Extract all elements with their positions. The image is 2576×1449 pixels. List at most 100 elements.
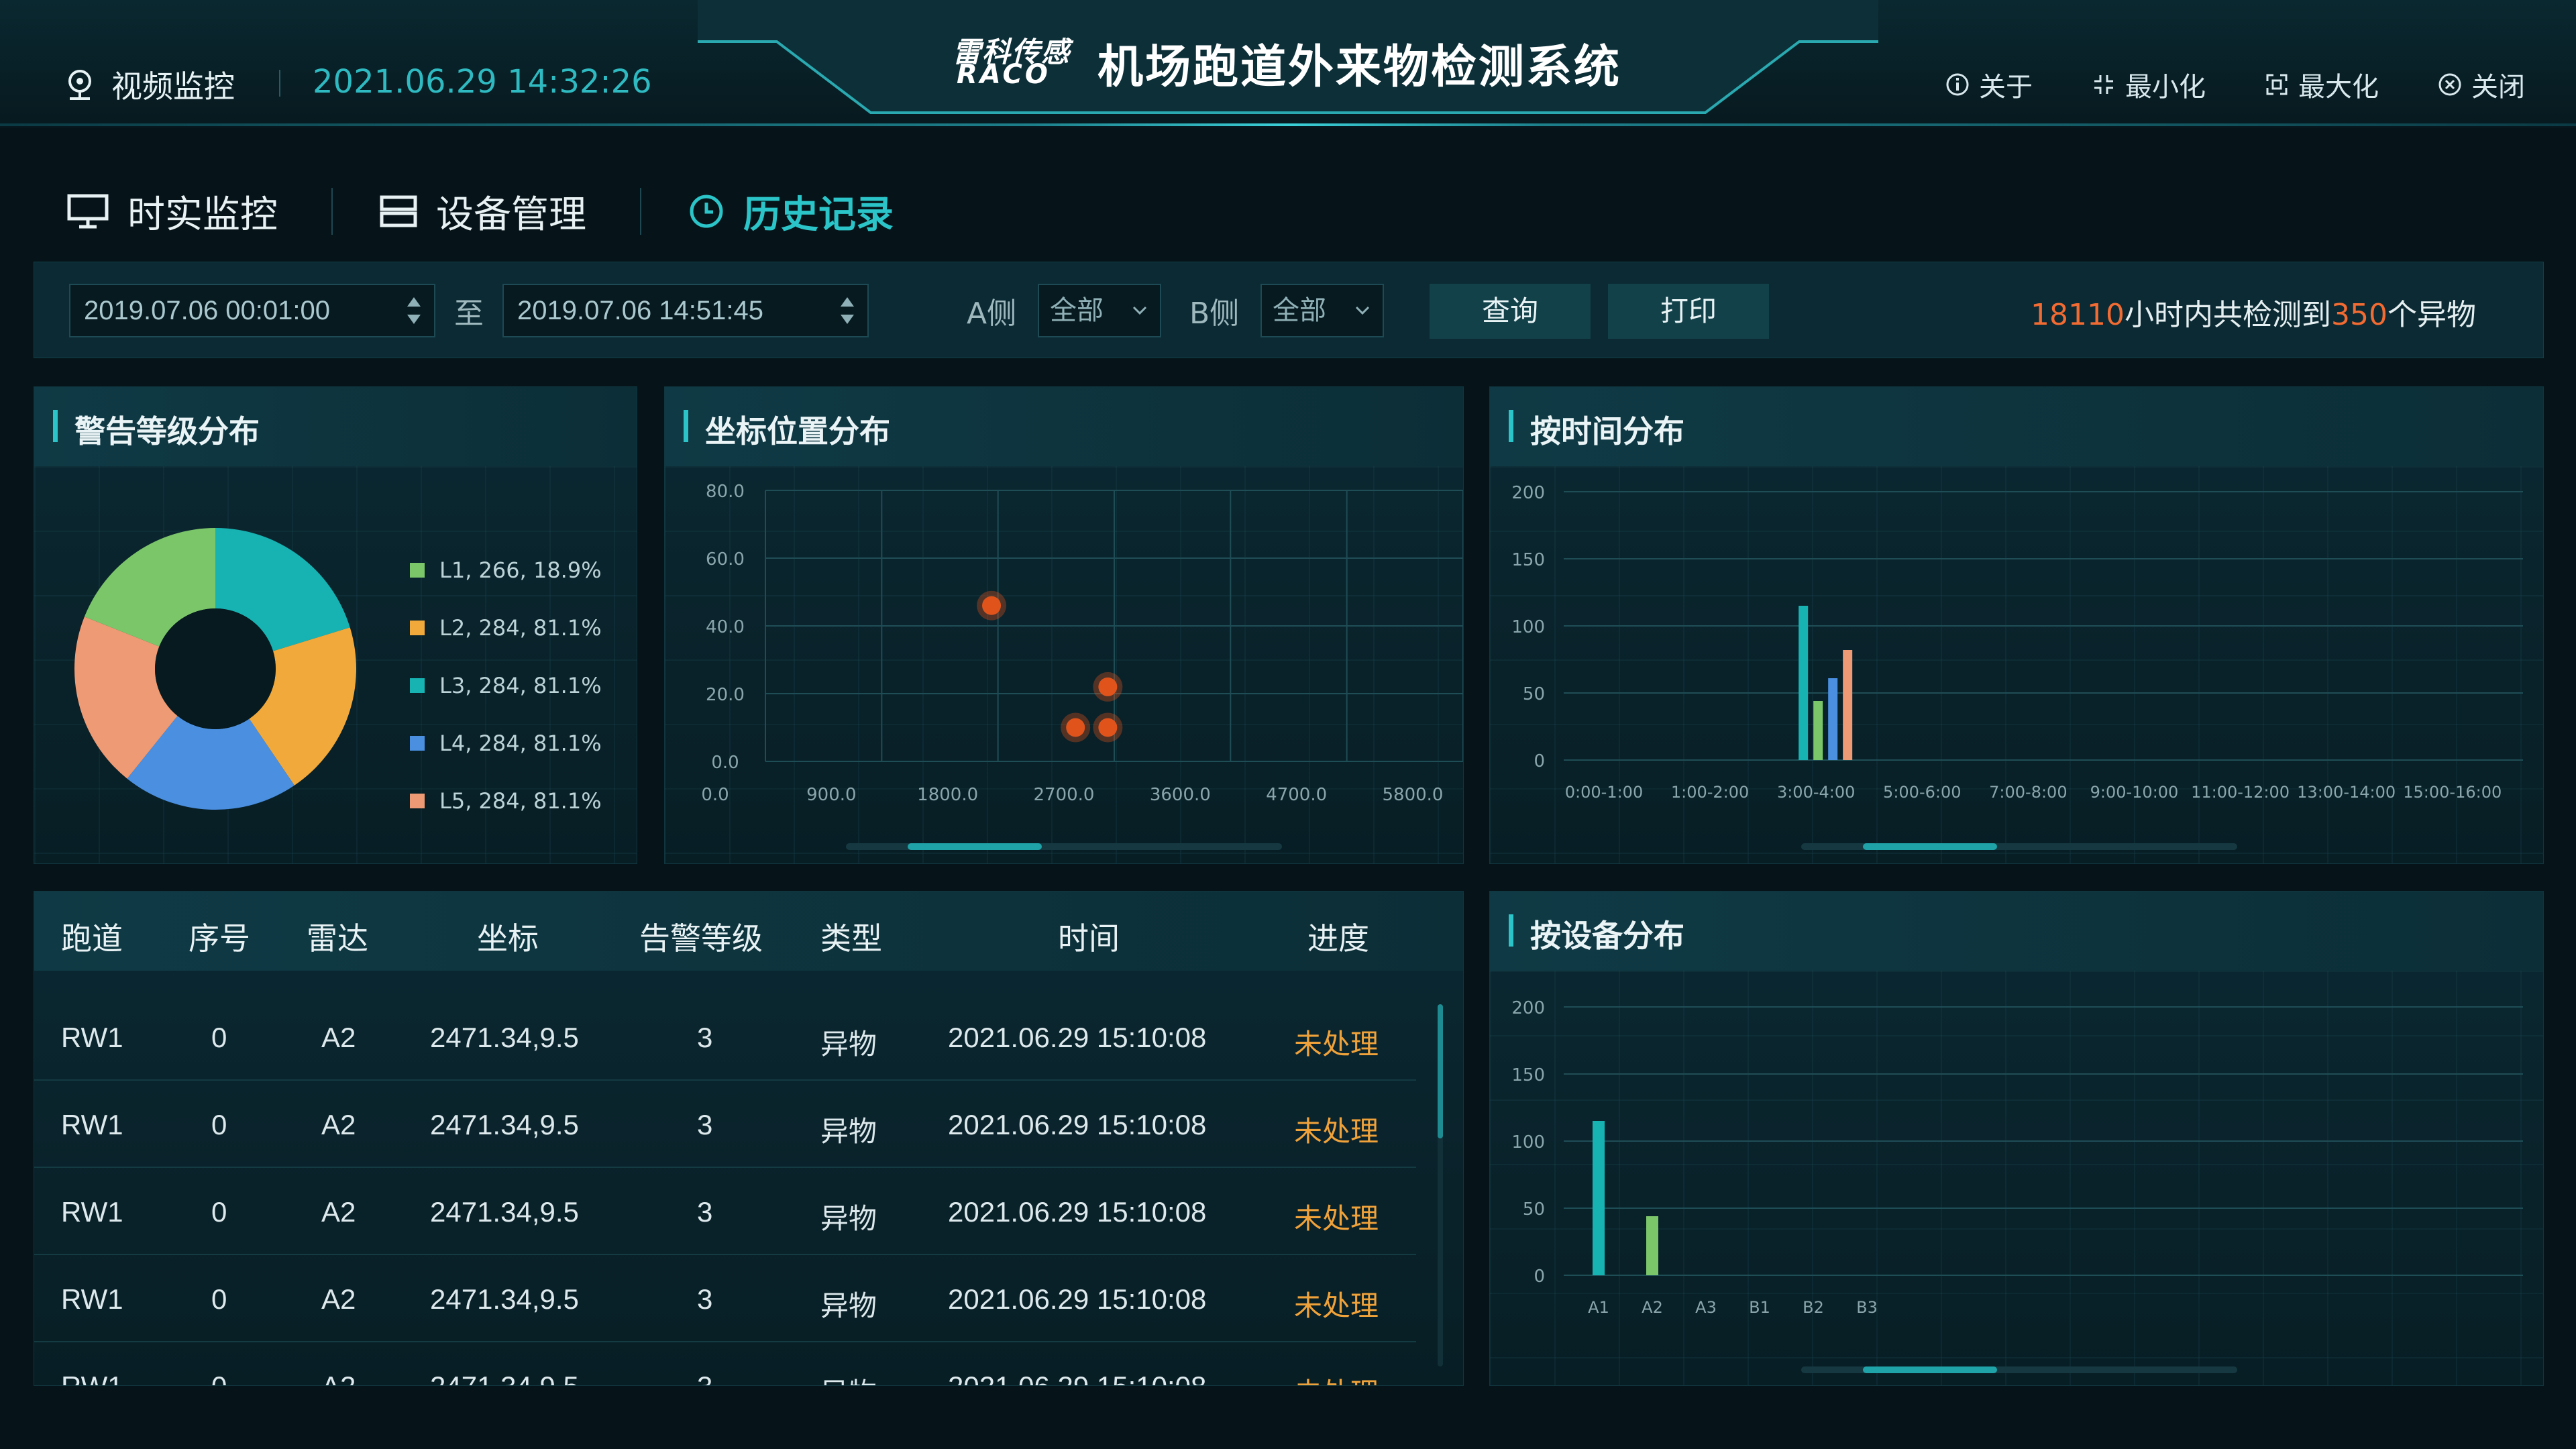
y-tick-label: 0.0 bbox=[711, 753, 739, 773]
panel-accent-bar bbox=[1509, 914, 1513, 947]
table-cell: 3 bbox=[697, 1283, 713, 1315]
table-cell: 2471.34,9.5 bbox=[430, 1109, 579, 1140]
table-cell: 3 bbox=[697, 1196, 713, 1228]
info-icon bbox=[1946, 73, 1969, 96]
spinner-icon[interactable] bbox=[406, 294, 422, 327]
alarm-level-panel: 警告等级分布 L1, 266, 18.9% L2, 284, 81.1% L3, 2… bbox=[34, 386, 637, 864]
summary-text-end: 个异物 bbox=[2387, 298, 2476, 332]
x-tick-label: 3:00-4:00 bbox=[1777, 783, 1855, 802]
table-cell: 0 bbox=[211, 1022, 227, 1053]
legend-swatch bbox=[410, 794, 425, 808]
maximize-button[interactable]: 最大化 bbox=[2265, 65, 2379, 104]
table-cell: 2471.34,9.5 bbox=[430, 1283, 579, 1315]
minimize-label: 最小化 bbox=[2125, 72, 2206, 103]
nav-history-records[interactable]: 历史记录 bbox=[688, 184, 894, 239]
filter-bar: 2019.07.06 00:01:00 至 2019.07.06 14:51:4… bbox=[34, 262, 2544, 358]
table-cell: A2 bbox=[321, 1371, 356, 1385]
y-tick-label: 50 bbox=[1523, 1199, 1545, 1220]
table-row[interactable]: RW1 0 A2 2471.34,9.5 3 异物 2021.06.29 15:10:08 未… bbox=[34, 1167, 1416, 1255]
main-nav: 时实监控 设备管理 历史记录 bbox=[67, 181, 894, 241]
panel-title: 按时间分布 bbox=[1530, 413, 1684, 449]
device-distribution-panel: 按设备分布 0 50 100 150 200 A1 A2 A3 B1 B2 B3 bbox=[1489, 891, 2544, 1386]
print-button[interactable]: 打印 bbox=[1608, 284, 1769, 339]
about-button[interactable]: 关于 bbox=[1945, 65, 2033, 104]
table-cell: 异物 bbox=[820, 1290, 877, 1322]
nav-device-label: 设备管理 bbox=[436, 193, 586, 237]
table-cell: 2471.34,9.5 bbox=[430, 1196, 579, 1228]
column-header[interactable]: 跑道 bbox=[61, 914, 123, 959]
table-cell: 2021.06.29 15:10:08 bbox=[948, 1022, 1207, 1053]
column-header[interactable]: 坐标 bbox=[477, 914, 539, 959]
device-scrollbar[interactable] bbox=[1801, 1366, 2237, 1373]
time-scrollbar[interactable] bbox=[1801, 843, 2237, 850]
table-cell: 0 bbox=[211, 1283, 227, 1315]
y-tick-label: 20.0 bbox=[706, 685, 745, 705]
y-tick-label: 80.0 bbox=[706, 482, 745, 502]
table-row[interactable]: RW1 0 A2 2471.34,9.5 3 异物 2021.06.29 15:10:08 未… bbox=[34, 1341, 1416, 1385]
start-datetime-value: 2019.07.06 00:01:00 bbox=[84, 296, 331, 325]
history-icon bbox=[690, 195, 723, 228]
x-tick-label: 5:00-6:00 bbox=[1883, 783, 1961, 802]
coordinate-scrollbar[interactable] bbox=[846, 843, 1282, 850]
side-a-select[interactable]: 全部 bbox=[1038, 284, 1161, 337]
column-header[interactable]: 雷达 bbox=[307, 914, 368, 959]
end-datetime-value: 2019.07.06 14:51:45 bbox=[517, 296, 764, 325]
nav-realtime-monitor[interactable]: 时实监控 bbox=[67, 184, 278, 239]
nav-device-management[interactable]: 设备管理 bbox=[380, 184, 586, 239]
end-datetime-input[interactable]: 2019.07.06 14:51:45 bbox=[502, 284, 869, 337]
column-header[interactable]: 时间 bbox=[1058, 914, 1120, 959]
table-row[interactable]: RW1 0 A2 2471.34,9.5 3 异物 2021.06.29 15:10:08 未… bbox=[34, 1254, 1416, 1342]
header-divider bbox=[0, 123, 2576, 126]
scrollbar-thumb[interactable] bbox=[908, 843, 1042, 850]
table-scrollbar[interactable] bbox=[1438, 1004, 1443, 1366]
alarm-donut-chart bbox=[74, 528, 356, 810]
video-monitor-link[interactable]: 视频监控 bbox=[64, 64, 235, 105]
x-tick-label: B3 bbox=[1856, 1298, 1878, 1317]
x-tick-label: 5800.0 bbox=[1383, 785, 1444, 805]
side-b-select[interactable]: 全部 bbox=[1260, 284, 1384, 337]
side-b-value: 全部 bbox=[1273, 295, 1326, 326]
table-cell: 0 bbox=[211, 1109, 227, 1140]
column-header[interactable]: 类型 bbox=[820, 914, 882, 959]
query-button[interactable]: 查询 bbox=[1430, 284, 1591, 339]
table-row[interactable]: RW1 0 A2 2471.34,9.5 3 异物 2021.06.29 15:10:08 未… bbox=[34, 992, 1416, 1081]
legend-label: L3, 284, 81.1% bbox=[439, 673, 602, 698]
y-tick-label: 150 bbox=[1511, 1065, 1545, 1085]
chevron-down-icon bbox=[1132, 306, 1147, 315]
side-b-label: B侧 bbox=[1189, 297, 1240, 331]
server-icon bbox=[380, 195, 417, 227]
x-tick-label: 7:00-8:00 bbox=[1989, 783, 2067, 802]
scrollbar-thumb[interactable] bbox=[1438, 1004, 1443, 1138]
table-cell: 3 bbox=[697, 1022, 713, 1053]
spinner-icon[interactable] bbox=[839, 294, 855, 327]
column-header[interactable]: 序号 bbox=[189, 914, 250, 959]
time-bar bbox=[1799, 606, 1809, 760]
column-header[interactable]: 进度 bbox=[1307, 914, 1369, 959]
table-row[interactable]: RW1 0 A2 2471.34,9.5 3 异物 2021.06.29 15:10:08 未… bbox=[34, 1079, 1416, 1168]
table-cell: RW1 bbox=[61, 1022, 123, 1053]
scrollbar-thumb[interactable] bbox=[1863, 843, 1997, 850]
y-tick-label: 50 bbox=[1523, 684, 1545, 704]
about-label: 关于 bbox=[1979, 72, 2033, 103]
time-bar bbox=[1843, 650, 1853, 760]
scrollbar-thumb[interactable] bbox=[1863, 1366, 1997, 1373]
start-datetime-input[interactable]: 2019.07.06 00:01:00 bbox=[69, 284, 435, 337]
table-cell: 2021.06.29 15:10:08 bbox=[948, 1196, 1207, 1228]
table-cell: A2 bbox=[321, 1022, 356, 1053]
nav-separator bbox=[640, 188, 641, 235]
minimize-button[interactable]: 最小化 bbox=[2092, 65, 2206, 104]
y-tick-label: 0 bbox=[1534, 1267, 1545, 1287]
records-table: 跑道 序号 雷达 坐标 告警等级 类型 时间 进度 RW1 0 A2 2471.34,9.5 3 异物 2… bbox=[34, 891, 1464, 1386]
x-tick-label: B2 bbox=[1803, 1298, 1824, 1317]
monitor-icon bbox=[67, 194, 109, 229]
summary-count: 350 bbox=[2331, 298, 2387, 332]
status-cell: 未处理 bbox=[1294, 1116, 1379, 1147]
device-bar bbox=[1593, 1121, 1605, 1275]
column-header[interactable]: 告警等级 bbox=[639, 914, 763, 959]
x-tick-label: 15:00-16:00 bbox=[2403, 783, 2502, 802]
status-cell: 未处理 bbox=[1294, 1371, 1379, 1385]
x-tick-label: 900.0 bbox=[806, 785, 856, 805]
legend-item: L2, 284, 81.1% bbox=[410, 615, 602, 641]
scatter-point bbox=[1098, 718, 1118, 737]
close-button[interactable]: 关闭 bbox=[2438, 65, 2525, 104]
